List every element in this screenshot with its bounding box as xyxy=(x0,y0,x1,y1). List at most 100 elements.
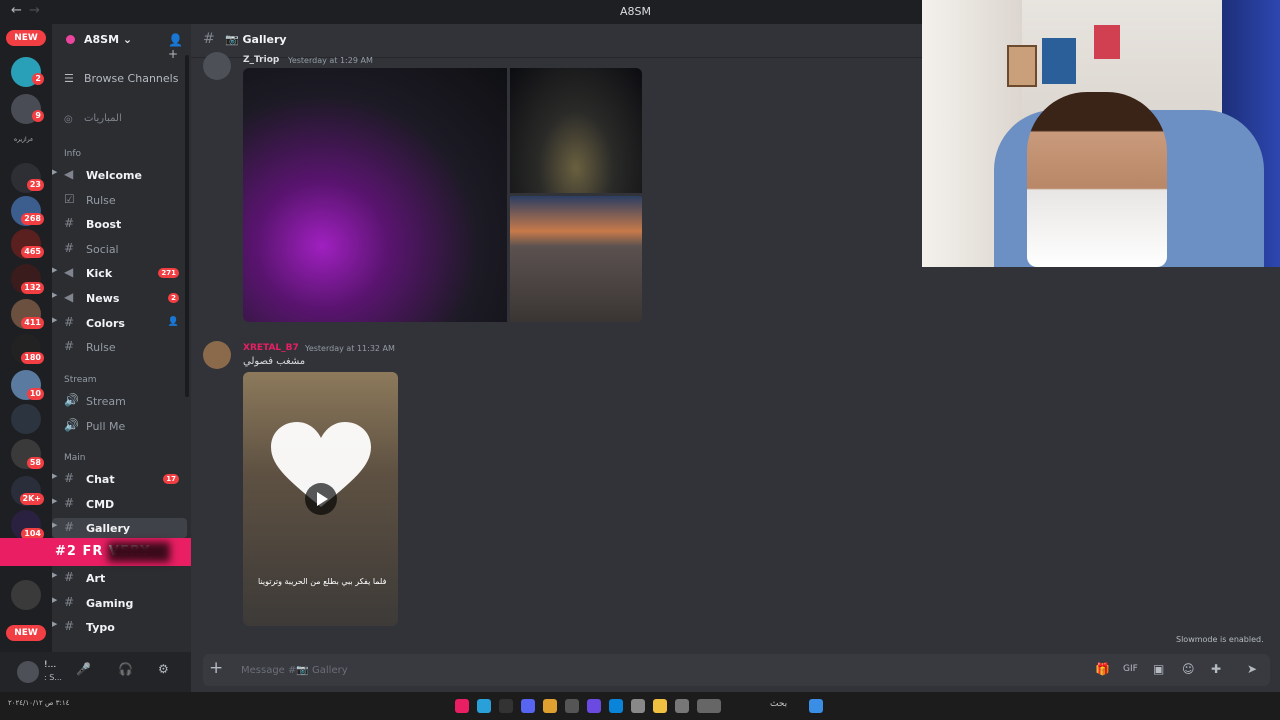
channel-social[interactable]: # Social xyxy=(52,239,187,259)
new-badge: NEW xyxy=(6,625,46,641)
message-author[interactable]: Z_Triop xyxy=(243,55,279,65)
webcam-poster xyxy=(1042,38,1076,84)
channel-welcome[interactable]: ▶ ◀ Welcome xyxy=(52,165,187,185)
os-taskbar: ٣:١٤ ص ٢٠٢٤/١٠/١٢ بحث xyxy=(0,692,1280,720)
expand-arrow-icon: ▶ xyxy=(52,168,58,176)
browse-icon: ☰ xyxy=(64,72,74,85)
forward-arrow-icon[interactable]: → xyxy=(29,3,40,18)
avatar[interactable] xyxy=(203,52,231,80)
edge-icon[interactable] xyxy=(609,699,623,713)
announcement-icon: ◀ xyxy=(64,265,74,279)
channel-scrollbar[interactable] xyxy=(185,55,189,397)
channel-name: Gallery xyxy=(86,522,131,535)
play-button[interactable] xyxy=(305,483,337,515)
server-folder-label[interactable]: عرازيره xyxy=(14,136,34,143)
channel-typo[interactable]: ▶ # Typo xyxy=(52,617,187,637)
hash-icon: # xyxy=(64,595,75,609)
app-icon[interactable] xyxy=(697,699,721,713)
gif-icon[interactable]: GIF xyxy=(1123,664,1138,674)
server-badge: 132 xyxy=(21,282,44,294)
matches-link[interactable]: المباريات xyxy=(84,113,122,124)
webcam-streamer xyxy=(1027,92,1167,267)
expand-arrow-icon: ▶ xyxy=(52,620,58,628)
gear-icon[interactable]: ⚙ xyxy=(158,662,169,676)
app-icon[interactable] xyxy=(675,699,689,713)
invite-icon[interactable]: 👤 xyxy=(168,317,179,327)
message-input[interactable] xyxy=(241,661,941,679)
expand-arrow-icon: ▶ xyxy=(52,291,58,299)
message-author[interactable]: XRETAL_B7 xyxy=(243,343,299,353)
app-icon[interactable] xyxy=(477,699,491,713)
apps-icon[interactable]: ✚ xyxy=(1211,662,1221,676)
webcam-poster xyxy=(1007,45,1037,87)
channel-gallery[interactable]: ▶ # Gallery xyxy=(52,518,187,538)
voice-icon: 🔊 xyxy=(64,418,79,432)
category-stream[interactable]: Stream xyxy=(64,375,97,385)
channel-boost[interactable]: # Boost xyxy=(52,214,187,234)
headphones-icon[interactable]: 🎧 xyxy=(118,662,133,676)
category-info[interactable]: Info xyxy=(64,149,81,159)
channel-colors[interactable]: ▶ # Colors 👤 xyxy=(52,313,187,333)
server-flower-icon xyxy=(66,35,75,44)
tiktok-icon[interactable] xyxy=(455,699,469,713)
add-attachment-icon[interactable]: + xyxy=(209,658,223,678)
channel-name: News xyxy=(86,292,120,305)
expand-arrow-icon: ▶ xyxy=(52,497,58,505)
taskbar-search[interactable]: بحث xyxy=(770,699,787,709)
slowmode-notice: Slowmode is enabled. xyxy=(1176,635,1264,644)
channel-art[interactable]: ▶ # Art xyxy=(52,568,187,588)
discord-icon[interactable] xyxy=(521,699,535,713)
server-badge: 10 xyxy=(26,388,44,400)
channel-name: Kick xyxy=(86,267,113,280)
windows-start-icon[interactable] xyxy=(809,699,823,713)
channel-name: CMD xyxy=(86,498,115,511)
channel-cmd[interactable]: ▶ # CMD xyxy=(52,494,187,514)
username[interactable]: !... xyxy=(44,660,56,670)
server-badge: 465 xyxy=(21,246,44,258)
channel-news[interactable]: ▶ ◀ News 2 xyxy=(52,288,187,308)
mention-count: 17 xyxy=(163,474,179,484)
send-icon[interactable]: ➤ xyxy=(1247,662,1257,676)
channel-kick[interactable]: ▶ ◀ Kick 271 xyxy=(52,263,187,283)
channel-name: Welcome xyxy=(86,169,142,182)
rules-icon: ☑ xyxy=(64,192,75,206)
avatar[interactable] xyxy=(17,661,39,683)
server-icon[interactable] xyxy=(11,404,41,434)
channel-stream[interactable]: 🔊 Stream xyxy=(52,391,187,411)
channel-name: Pull Me xyxy=(86,420,126,433)
category-main[interactable]: Main xyxy=(64,453,86,463)
gallery-image[interactable] xyxy=(243,68,507,322)
gallery-image[interactable] xyxy=(510,196,642,322)
chrome-icon[interactable] xyxy=(543,699,557,713)
expand-arrow-icon: ▶ xyxy=(52,266,58,274)
app-icon[interactable] xyxy=(499,699,513,713)
microphone-icon[interactable]: 🎤 xyxy=(76,662,91,676)
channel-name: Art xyxy=(86,572,106,585)
app-icon[interactable] xyxy=(587,699,601,713)
gallery-image[interactable] xyxy=(510,68,642,193)
browse-channels[interactable]: Browse Channels xyxy=(84,72,178,85)
file-explorer-icon[interactable] xyxy=(653,699,667,713)
server-icon[interactable] xyxy=(11,580,41,610)
channel-pull-me[interactable]: 🔊 Pull Me xyxy=(52,416,187,436)
new-badge: NEW xyxy=(6,30,46,46)
sticker-icon[interactable]: ▣ xyxy=(1153,662,1164,676)
hash-icon: # xyxy=(64,570,75,584)
channel-name: Typo xyxy=(86,621,115,634)
clock[interactable]: ٣:١٤ ص ٢٠٢٤/١٠/١٢ xyxy=(8,699,69,707)
server-badge: 268 xyxy=(21,213,44,225)
back-arrow-icon[interactable]: ← xyxy=(11,3,22,18)
server-badge: 2 xyxy=(32,73,44,85)
avatar[interactable] xyxy=(203,341,231,369)
video-caption: فلما يفكر ببي بطلع من الحريبة وترتوينا xyxy=(258,577,387,586)
emoji-icon[interactable]: ☺ xyxy=(1182,662,1195,676)
app-icon[interactable] xyxy=(631,699,645,713)
channel-chat[interactable]: ▶ # Chat 17 xyxy=(52,469,187,489)
channel-rulse[interactable]: ☑ Rulse xyxy=(52,190,187,210)
channel-rulse-2[interactable]: # Rulse xyxy=(52,337,187,357)
channel-gaming[interactable]: ▶ # Gaming xyxy=(52,593,187,613)
server-name[interactable]: A8SM ⌄ xyxy=(84,33,132,46)
app-icon[interactable] xyxy=(565,699,579,713)
gift-icon[interactable]: 🎁 xyxy=(1095,662,1110,676)
message-timestamp: Yesterday at 1:29 AM xyxy=(288,56,373,65)
